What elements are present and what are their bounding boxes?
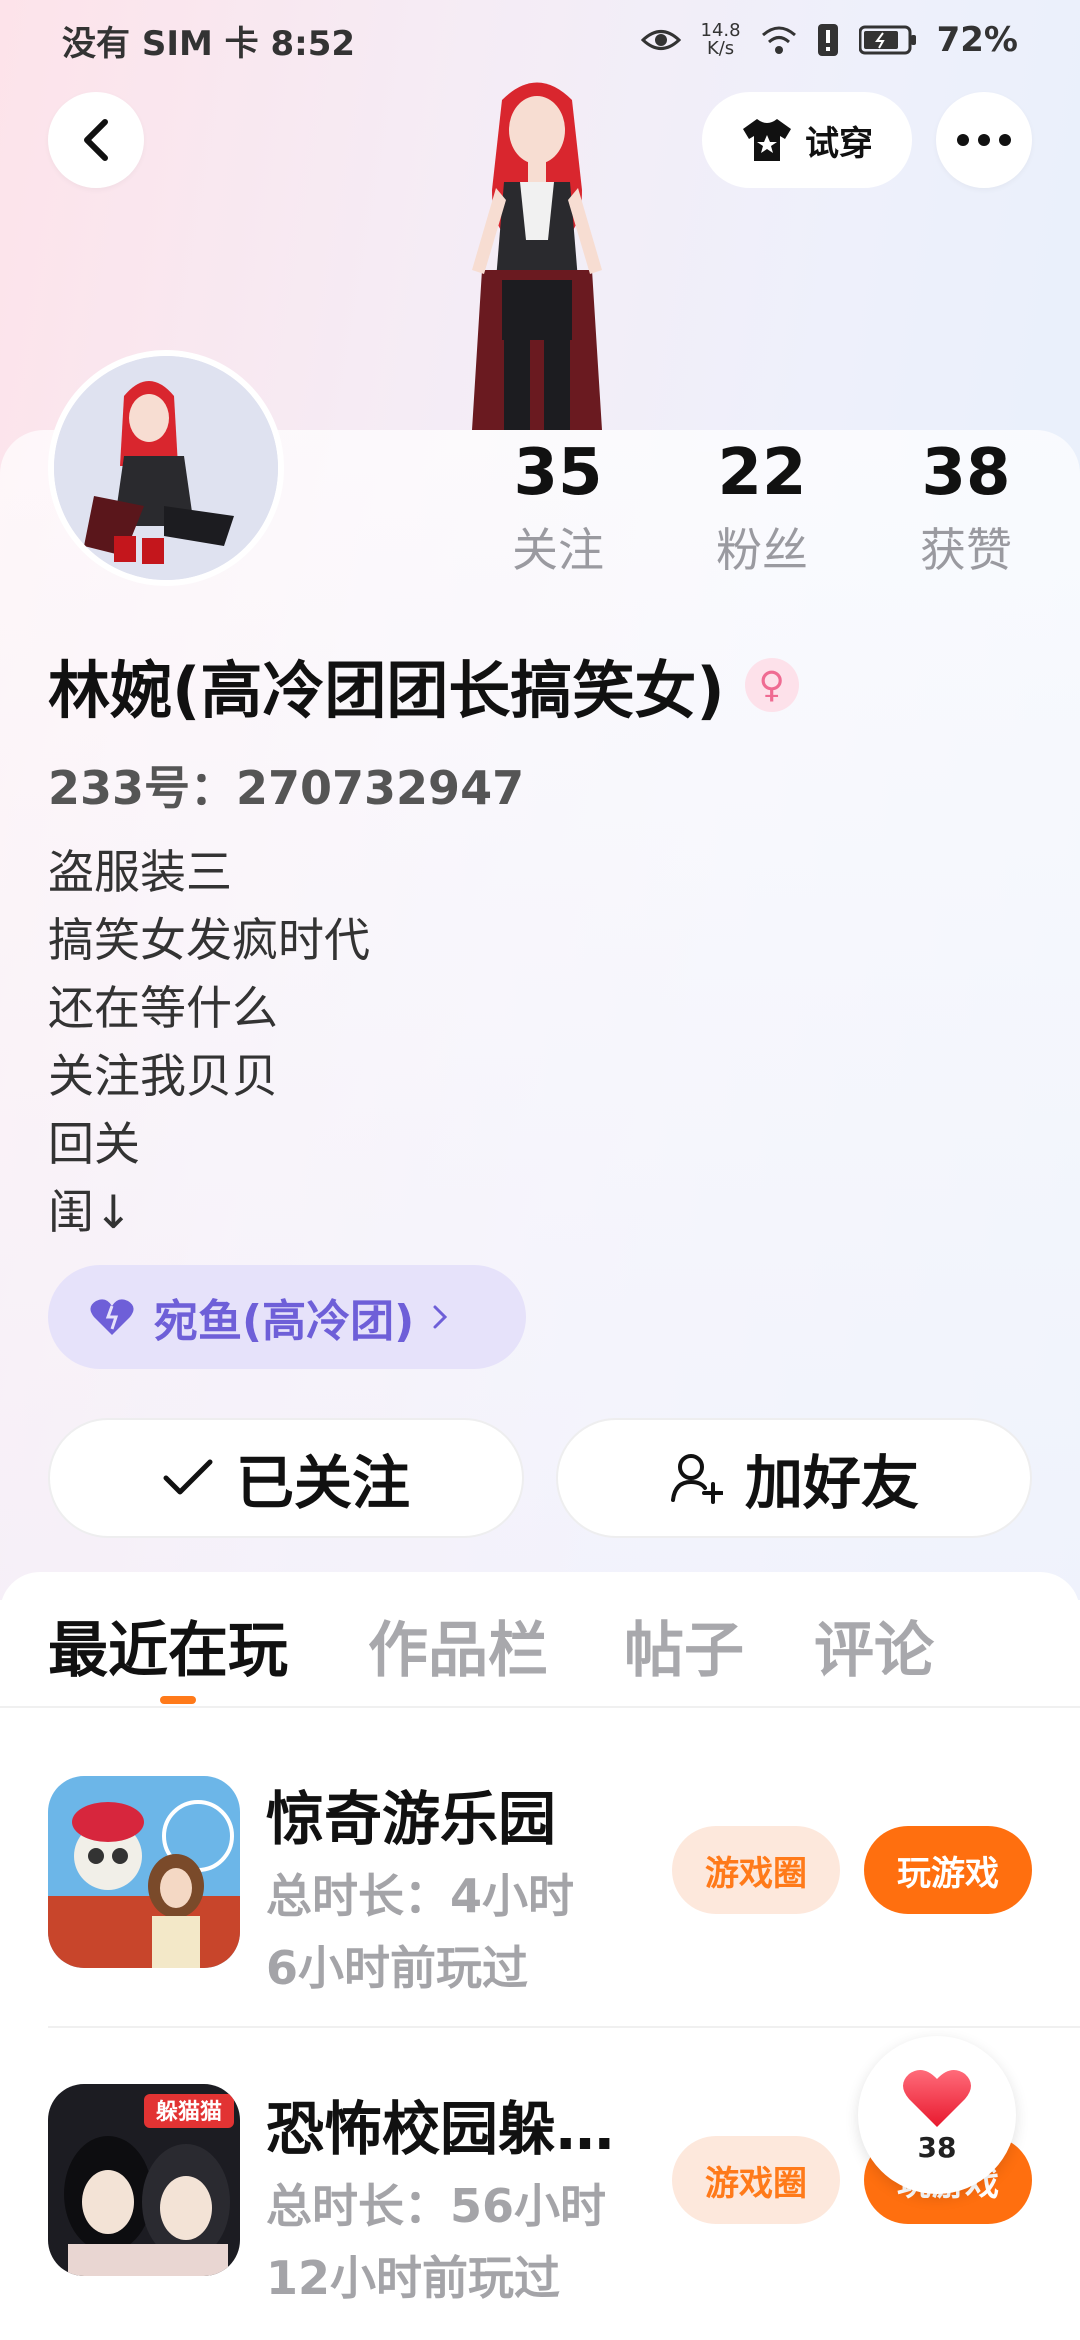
bio-line: 还在等什么 [48, 981, 278, 1035]
sim-alert-icon [817, 24, 838, 56]
stat-following[interactable]: 35 关注 [468, 436, 648, 580]
club-badge-button[interactable]: 宛鱼(高冷团) [48, 1265, 526, 1369]
game-icon-text: 躲猫猫 [156, 2099, 222, 2125]
avatar-image [54, 356, 278, 580]
game-thumbnail-image: 躲猫猫 [48, 2084, 240, 2276]
nickname-row: 林婉(高冷团团长搞笑女) ♀ [48, 640, 799, 730]
game-duration: 总时长：4小时 [266, 1869, 575, 1923]
wifi-icon [761, 26, 796, 54]
game-icon[interactable] [48, 1776, 240, 1968]
tshirt-icon [743, 119, 791, 161]
chevron-left-icon [84, 119, 108, 161]
bio-line: 关注我贝贝 [48, 1049, 278, 1103]
try-on-button[interactable]: 试穿 [702, 92, 912, 188]
following-button[interactable]: 已关注 [48, 1418, 524, 1538]
game-duration: 总时长：56小时 [266, 2179, 607, 2233]
avatar[interactable] [48, 350, 284, 586]
like-floating-button[interactable]: 38 [858, 2036, 1016, 2194]
chevron-right-icon [433, 1305, 448, 1329]
play-game-button[interactable]: 玩游戏 [864, 1826, 1032, 1914]
more-button[interactable] [936, 92, 1032, 188]
club-label: 宛鱼(高冷团) [154, 1296, 415, 1347]
game-last-played: 6小时前玩过 [266, 1941, 529, 1995]
game-icon[interactable]: 躲猫猫 [48, 2084, 240, 2276]
game-title: 惊奇游乐园 [266, 1785, 557, 1853]
user-id[interactable]: 233号：270732947 [48, 752, 524, 818]
carrier-time: 没有 SIM 卡 8:52 [62, 23, 356, 64]
bio-line: 盗服装三 [48, 845, 232, 899]
add-user-icon [670, 1454, 723, 1504]
add-friend-button[interactable]: 加好友 [556, 1418, 1032, 1538]
tab-comments[interactable]: 评论 [814, 1602, 934, 1689]
stat-followers[interactable]: 22 粉丝 [672, 436, 852, 580]
character-figure[interactable] [432, 70, 642, 430]
network-speed: 14.8 K/s [700, 20, 741, 59]
bio-line: 闺↓ [48, 1185, 133, 1239]
like-count: 38 [917, 2130, 957, 2164]
game-title: 恐怖校园躲… [266, 2095, 615, 2163]
game-thumbnail-image [48, 1776, 240, 1968]
back-button[interactable] [48, 92, 144, 188]
game-circle-button[interactable]: 游戏圈 [672, 1826, 840, 1914]
tab-recently-played[interactable]: 最近在玩 [48, 1602, 288, 1689]
game-circle-button[interactable]: 游戏圈 [672, 2136, 840, 2224]
game-last-played: 12小时前玩过 [266, 2251, 561, 2305]
tab-bar: 最近在玩 作品栏 帖子 评论 [0, 1572, 1080, 1708]
female-gender-icon: ♀ [744, 658, 799, 712]
tab-posts[interactable]: 帖子 [624, 1602, 744, 1689]
battery-percent: 72% [936, 20, 1018, 60]
check-icon [163, 1459, 213, 1495]
stat-likes[interactable]: 38 获赞 [876, 436, 1056, 580]
content-sheet: 最近在玩 作品栏 帖子 评论 惊奇游乐园 总时长：4小时 6小时前玩过 游戏圈 … [0, 1572, 1080, 2340]
more-dots-icon [957, 134, 1011, 146]
bio: 盗服装三 搞笑女发疯时代 还在等什么 关注我贝贝 回关 闺↓ [48, 838, 370, 1246]
status-bar: 没有 SIM 卡 8:52 14.8 K/s 72% [0, 0, 1080, 80]
heart-icon [903, 2069, 971, 2127]
bio-line: 回关 [48, 1117, 140, 1171]
eye-icon [640, 30, 681, 50]
battery-icon [858, 25, 916, 55]
list-item[interactable]: 惊奇游乐园 总时长：4小时 6小时前玩过 游戏圈 玩游戏 [0, 1710, 1080, 2020]
tab-indicator [160, 1696, 196, 1704]
heart-shake-icon [90, 1299, 134, 1335]
bio-line: 搞笑女发疯时代 [48, 913, 370, 967]
tab-works[interactable]: 作品栏 [368, 1602, 548, 1689]
nickname: 林婉(高冷团团长搞笑女) [48, 654, 725, 727]
